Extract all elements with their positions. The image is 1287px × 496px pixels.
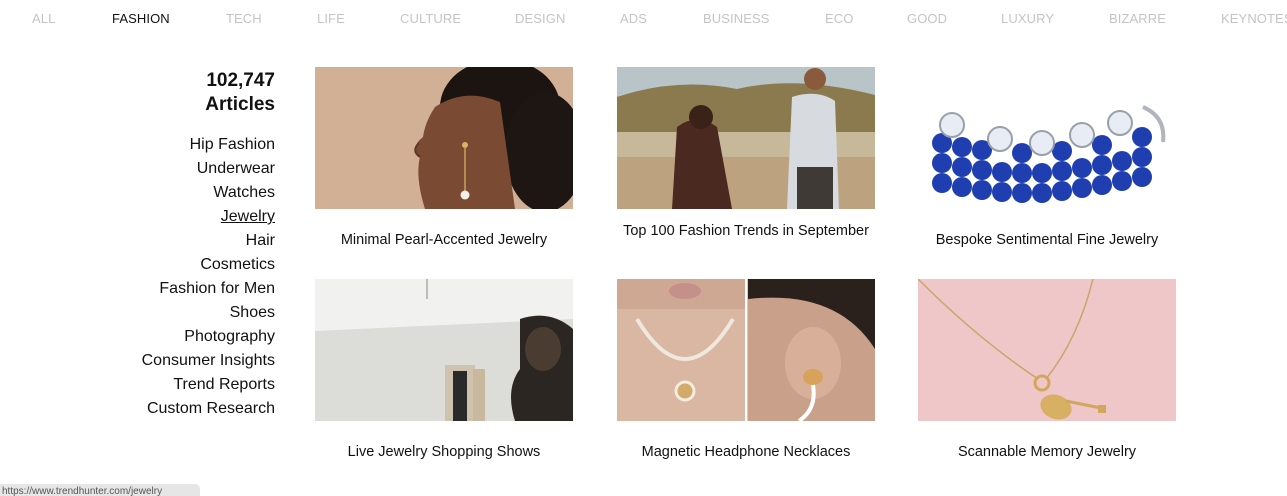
category-custom-research[interactable]: Custom Research — [55, 397, 275, 421]
category-photography[interactable]: Photography — [55, 325, 275, 349]
tab-tech[interactable]: TECH — [226, 11, 262, 26]
article-card[interactable]: Scannable Memory Jewelry — [918, 279, 1176, 460]
blue-bead-bracelets-image — [918, 67, 1176, 209]
article-count-number: 102,747 — [206, 70, 275, 91]
category-watches[interactable]: Watches — [55, 181, 275, 205]
article-card[interactable]: Minimal Pearl-Accented Jewelry — [315, 67, 573, 248]
tab-keynotes[interactable]: KEYNOTES — [1221, 11, 1287, 26]
category-trend-reports[interactable]: Trend Reports — [55, 373, 275, 397]
category-nav: ALL FASHION TECH LIFE CULTURE DESIGN ADS… — [0, 0, 1287, 36]
tab-ads[interactable]: ADS — [620, 11, 647, 26]
article-thumbnail[interactable] — [315, 279, 573, 421]
article-title[interactable]: Scannable Memory Jewelry — [908, 443, 1186, 461]
tab-eco[interactable]: ECO — [825, 11, 853, 26]
category-underwear[interactable]: Underwear — [55, 157, 275, 181]
article-thumbnail[interactable] — [617, 67, 875, 209]
article-title[interactable]: Top 100 Fashion Trends in September — [607, 222, 885, 240]
browser-status-bar: https://www.trendhunter.com/jewelry — [0, 484, 200, 496]
category-hair[interactable]: Hair — [55, 229, 275, 253]
article-thumbnail[interactable] — [315, 67, 573, 209]
article-card[interactable]: Live Jewelry Shopping Shows — [315, 279, 573, 460]
tab-fashion[interactable]: FASHION — [112, 11, 170, 26]
article-thumbnail[interactable] — [918, 67, 1176, 209]
article-thumbnail[interactable] — [617, 279, 875, 421]
two-men-lakeside-image — [617, 67, 875, 209]
tab-design[interactable]: DESIGN — [515, 11, 565, 26]
necklace-earbud-image — [617, 279, 875, 421]
key-pendant-pink-image — [918, 279, 1176, 421]
article-title[interactable]: Minimal Pearl-Accented Jewelry — [305, 231, 583, 249]
room-interior-image — [315, 279, 573, 421]
category-jewelry[interactable]: Jewelry — [55, 205, 275, 229]
category-hip-fashion[interactable]: Hip Fashion — [55, 133, 275, 157]
tab-bizarre[interactable]: BIZARRE — [1109, 11, 1166, 26]
article-count: 102,747 Articles — [75, 69, 275, 117]
category-list: Hip Fashion Underwear Watches Jewelry Ha… — [55, 133, 275, 421]
article-title[interactable]: Live Jewelry Shopping Shows — [305, 443, 583, 461]
category-shoes[interactable]: Shoes — [55, 301, 275, 325]
tab-business[interactable]: BUSINESS — [703, 11, 770, 26]
category-consumer-insights[interactable]: Consumer Insights — [55, 349, 275, 373]
article-title[interactable]: Bespoke Sentimental Fine Jewelry — [908, 231, 1186, 249]
tab-good[interactable]: GOOD — [907, 11, 947, 26]
article-card[interactable]: Magnetic Headphone Necklaces — [617, 279, 875, 460]
woman-profile-earring-image — [315, 67, 573, 209]
tab-all[interactable]: ALL — [32, 11, 55, 26]
article-count-label: Articles — [205, 94, 275, 115]
article-thumbnail[interactable] — [918, 279, 1176, 421]
article-card[interactable]: Top 100 Fashion Trends in September — [617, 67, 875, 239]
article-card[interactable]: Bespoke Sentimental Fine Jewelry — [918, 67, 1176, 248]
article-title[interactable]: Magnetic Headphone Necklaces — [607, 443, 885, 461]
category-fashion-for-men[interactable]: Fashion for Men — [55, 277, 275, 301]
category-cosmetics[interactable]: Cosmetics — [55, 253, 275, 277]
status-url: https://www.trendhunter.com/jewelry — [2, 486, 163, 496]
tab-culture[interactable]: CULTURE — [400, 11, 461, 26]
tab-life[interactable]: LIFE — [317, 11, 345, 26]
tab-luxury[interactable]: LUXURY — [1001, 11, 1054, 26]
